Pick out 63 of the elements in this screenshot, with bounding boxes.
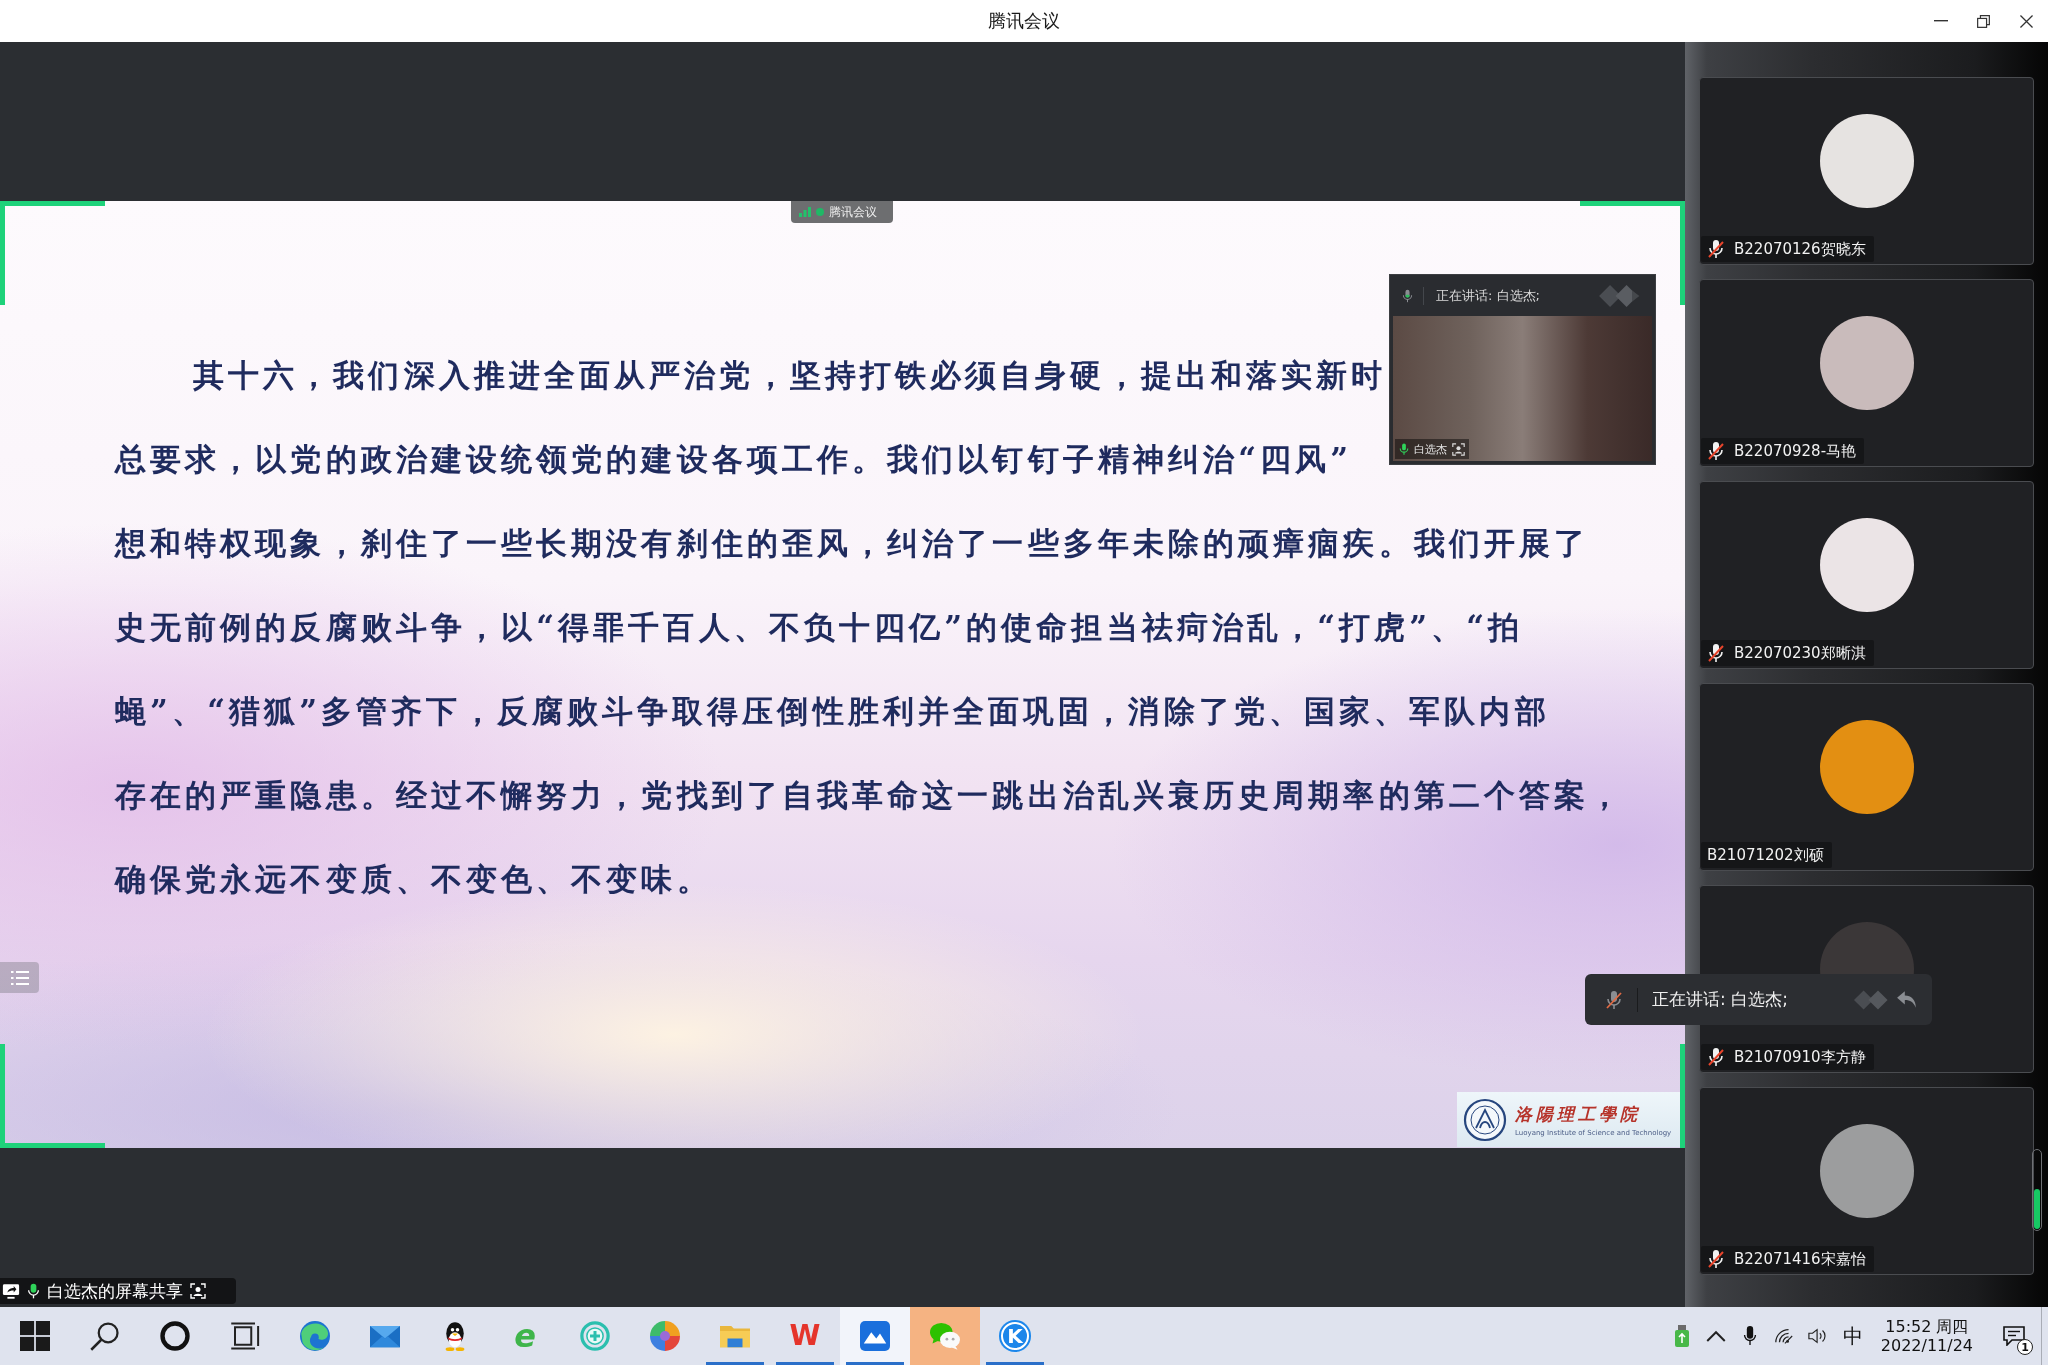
microphone-icon bbox=[27, 1282, 40, 1300]
scrollbar-thumb[interactable] bbox=[2034, 1189, 2040, 1229]
restore-icon bbox=[1977, 14, 1990, 28]
close-icon bbox=[2020, 14, 2033, 28]
participant-name: B22070928-马艳 bbox=[1734, 441, 1857, 461]
ring-icon bbox=[160, 1321, 190, 1351]
participant-name: B22071416宋嘉怡 bbox=[1734, 1249, 1866, 1269]
app-badge-label: 腾讯会议 bbox=[829, 203, 877, 221]
slide-text-line: 存在的严重隐患。经过不懈努力，党找到了自我革命这一跳出治乱兴衰历史周期率的第二个答案， bbox=[115, 776, 1625, 815]
usb-drive-icon[interactable] bbox=[1674, 1325, 1689, 1347]
slide-text-line: 确保党永远不变质、不变色、不变味。 bbox=[115, 860, 712, 899]
speaker-icon[interactable] bbox=[1807, 1326, 1828, 1346]
clock-date[interactable]: 2022/11/24 bbox=[1880, 1336, 1973, 1356]
cross-circle-icon bbox=[580, 1321, 610, 1351]
speaking-label: 正在讲话: 白选杰; bbox=[1436, 286, 1540, 305]
return-arrow-icon bbox=[1896, 989, 1918, 1010]
input-method-indicator[interactable]: 中 bbox=[1842, 1322, 1863, 1350]
wifi-icon[interactable] bbox=[1773, 1326, 1794, 1346]
slide-text-line: 想和特权现象，刹住了一些长期没有刹住的歪风，纠治了一些多年未除的顽瘴痼疾。我们开展了 bbox=[115, 524, 1590, 563]
participant-tile[interactable]: B22071416宋嘉怡 bbox=[1699, 1087, 2034, 1275]
microphone-icon bbox=[1402, 288, 1413, 303]
list-icon bbox=[10, 970, 29, 985]
chat-bubbles-icon bbox=[930, 1321, 960, 1351]
sharer-name: 白选杰的屏幕共享 bbox=[47, 1279, 183, 1303]
clock-time[interactable]: 15:52 周四 bbox=[1885, 1316, 1969, 1336]
participant-name: B22070126贺晓东 bbox=[1734, 239, 1866, 259]
participant-tile[interactable]: B22070928-马艳 bbox=[1699, 279, 2034, 467]
task-view-icon bbox=[230, 1321, 260, 1351]
windows-logo-icon bbox=[20, 1321, 50, 1351]
slide-text-line: 总要求，以党的政治建设统领党的建设各项工作。我们以钉钉子精神纠治“四风” bbox=[115, 440, 1353, 479]
app-badge[interactable]: 腾讯会议 bbox=[791, 201, 893, 223]
window-title: 腾讯会议 bbox=[988, 9, 1060, 33]
participant-name: B21070910李方静 bbox=[1734, 1047, 1866, 1067]
minimize-icon bbox=[1933, 20, 1948, 22]
slide-text-line: 蝇”、“猎狐”多管齐下，反腐败斗争取得压倒性胜利并全面巩固，消除了党、国家、军队内部 bbox=[115, 692, 1550, 731]
notification-button[interactable]: 1 bbox=[1991, 1307, 2037, 1365]
participant-tile[interactable]: B22070230郑晰淇 bbox=[1699, 481, 2034, 669]
speaker-name: 白选杰 bbox=[1414, 441, 1447, 457]
taskbar-button[interactable]: K bbox=[980, 1307, 1050, 1365]
letter-logo: K bbox=[999, 1320, 1031, 1352]
search-icon bbox=[90, 1321, 120, 1351]
microphone-icon bbox=[1399, 442, 1409, 456]
person-frame-icon bbox=[1452, 442, 1465, 456]
participant-name: B21071202刘硕 bbox=[1707, 845, 1824, 865]
return-button[interactable] bbox=[1896, 989, 1918, 1010]
pinwheel-icon bbox=[650, 1321, 680, 1351]
logo-name: 洛陽理工學院 bbox=[1515, 1102, 1642, 1126]
muted-microphone-icon bbox=[1605, 989, 1623, 1010]
person-frame-icon bbox=[190, 1283, 206, 1299]
letter-logo: W bbox=[789, 1320, 821, 1352]
letter-logo: e bbox=[513, 1320, 537, 1352]
status-dot-icon bbox=[816, 208, 824, 216]
slide-text-line: 史无前例的反腐败斗争，以“得罪千百人、不负十四亿”的使命担当祛疴治乱，“打虎”、“拍 bbox=[115, 608, 1524, 647]
mountain-icon bbox=[860, 1321, 890, 1351]
browser-icon bbox=[300, 1321, 330, 1351]
slide-text-line: 其十六，我们深入推进全面从严治党，坚持打铁必须自身硬，提出和落实新时 bbox=[193, 356, 1387, 395]
participant-name: B22070230郑晰淇 bbox=[1734, 643, 1866, 663]
speaking-label: 正在讲话: 白选杰; bbox=[1652, 988, 1788, 1011]
signal-icon bbox=[799, 207, 811, 217]
participant-tile[interactable]: B21071202刘硕 bbox=[1699, 683, 2034, 871]
notification-count: 1 bbox=[2017, 1339, 2033, 1355]
participant-tile[interactable]: B22070126贺晓东 bbox=[1699, 77, 2034, 265]
emblem-icon bbox=[1463, 1097, 1507, 1142]
